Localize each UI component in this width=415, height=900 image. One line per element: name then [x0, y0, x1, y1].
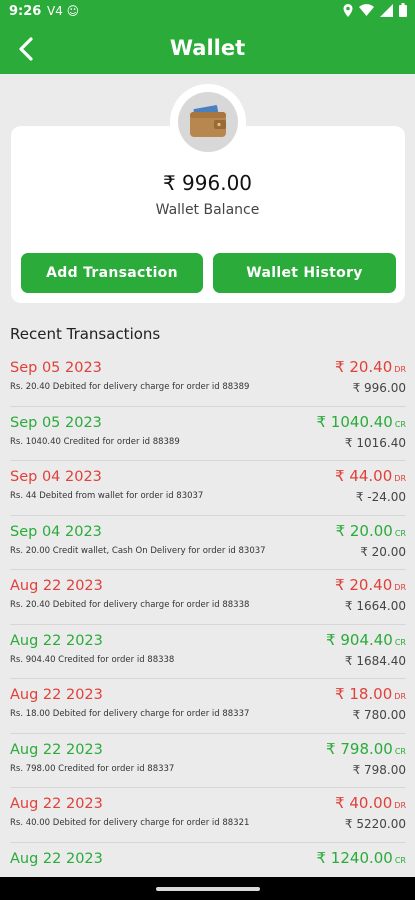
transaction-date: Sep 05 2023	[10, 360, 102, 376]
wallet-balance-label: Wallet Balance	[155, 202, 260, 218]
transaction-balance: ₹ 1664.00	[344, 599, 406, 613]
transaction-amount-group: ₹ 904.40 CR	[326, 631, 406, 649]
status-system-icons	[343, 3, 407, 17]
transaction-amount: ₹ 44.00	[335, 467, 393, 485]
recent-transactions-heading: Recent Transactions	[10, 325, 161, 343]
transaction-row[interactable]: Sep 04 2023 Rs. 20.00 Credit wallet, Cash…	[10, 516, 406, 570]
page-title: Wallet	[169, 36, 246, 60]
transaction-date: Sep 04 2023	[10, 523, 102, 540]
transaction-amount: ₹ 18.00	[335, 685, 393, 703]
transaction-balance: ₹ 1684.40	[344, 653, 406, 668]
transaction-description: Rs. 798.00 Credited for order id 88337	[10, 763, 175, 774]
transaction-description: Rs. 20.40 Debited for delivery charge fo…	[10, 382, 250, 392]
transaction-balance: ₹ 5220.00	[344, 817, 406, 831]
transaction-type: CR	[394, 637, 406, 647]
battery-icon	[399, 3, 407, 17]
transaction-type: CR	[394, 419, 406, 429]
transaction-balance: ₹ 798.00	[352, 762, 406, 777]
transaction-row[interactable]: Sep 05 2023 Rs. 20.40 Debited for deliver…	[10, 352, 406, 407]
transaction-row[interactable]: Aug 22 2023 Rs. 798.00 Credited for order…	[10, 734, 406, 788]
transaction-amount-group: ₹ 1240.00 CR	[317, 849, 407, 867]
transaction-amount: ₹ 20.00	[335, 521, 393, 540]
location-icon	[343, 3, 353, 17]
transaction-description: Rs. 18.00 Debited for delivery charge fo…	[10, 709, 250, 719]
wallet-balance-amount: ₹ 996.00	[162, 171, 253, 195]
transaction-row[interactable]: Aug 22 2023 Rs. 18.00 Debited for deliver…	[10, 679, 406, 734]
transaction-date: Aug 22 2023	[10, 632, 103, 649]
wifi-icon	[359, 4, 374, 16]
transaction-amount-group: ₹ 20.00 CR	[336, 522, 406, 540]
home-indicator[interactable]	[156, 887, 260, 891]
transaction-type: CR	[394, 528, 406, 538]
transaction-amount-group: ₹ 798.00 CR	[326, 740, 406, 758]
gesture-nav-bar	[0, 877, 415, 900]
signal-icon	[380, 3, 393, 17]
transaction-type: CR	[394, 855, 406, 865]
transaction-description: Rs. 904.40 Credited for order id 88338	[10, 654, 175, 665]
transaction-description: Rs. 40.00 Debited for delivery charge fo…	[10, 818, 250, 828]
transaction-amount-group: ₹ 44.00 DR	[335, 467, 406, 485]
transaction-balance: ₹ 1016.40	[344, 435, 406, 450]
transaction-amount: ₹ 1240.00	[316, 848, 393, 867]
transaction-date: Aug 22 2023	[10, 687, 103, 703]
status-time: 9:26	[9, 4, 42, 19]
transaction-date: Sep 05 2023	[10, 414, 102, 431]
transaction-balance: ₹ -24.00	[355, 490, 406, 504]
transaction-balance: ₹ 780.00	[352, 708, 406, 722]
transaction-amount: ₹ 40.00	[335, 794, 393, 812]
transaction-amount-group: ₹ 1040.40 CR	[317, 413, 407, 431]
transaction-description: Rs. 20.40 Debited for delivery charge fo…	[10, 600, 250, 610]
transaction-amount: ₹ 798.00	[326, 739, 393, 758]
transaction-list: Sep 05 2023 Rs. 20.40 Debited for deliver…	[10, 352, 406, 897]
transaction-row[interactable]: Sep 04 2023 Rs. 44 Debited from wallet fo…	[10, 461, 406, 516]
transaction-description: Rs. 20.00 Credit wallet, Cash On Deliver…	[10, 545, 266, 556]
transaction-amount-group: ₹ 20.40 DR	[335, 358, 406, 376]
app-bar: Wallet	[0, 24, 415, 74]
transaction-date: Aug 22 2023	[10, 741, 103, 758]
transaction-date: Aug 22 2023	[10, 796, 103, 812]
transaction-type: DR	[394, 801, 406, 810]
transaction-description: Rs. 44 Debited from wallet for order id …	[10, 491, 204, 501]
transaction-date: Sep 04 2023	[10, 469, 102, 485]
transaction-amount-group: ₹ 20.40 DR	[335, 576, 406, 594]
wallet-history-button[interactable]: Wallet History	[213, 253, 396, 293]
transaction-balance: ₹ 20.00	[360, 544, 406, 559]
status-bar: 9:26 V4 ☺	[0, 0, 415, 24]
transaction-description: Rs. 1040.40 Credited for order id 88389	[10, 436, 180, 447]
transaction-type: DR	[394, 583, 406, 592]
transaction-row[interactable]: Aug 22 2023 Rs. 904.40 Credited for order…	[10, 625, 406, 679]
status-notification-icons: V4 ☺	[47, 4, 80, 18]
transaction-amount: ₹ 20.40	[335, 358, 393, 376]
transaction-amount: ₹ 904.40	[326, 630, 393, 649]
wallet-avatar	[170, 84, 246, 160]
transaction-amount-group: ₹ 40.00 DR	[335, 794, 406, 812]
add-transaction-button[interactable]: Add Transaction	[21, 253, 203, 293]
transaction-amount-group: ₹ 18.00 DR	[335, 685, 406, 703]
transaction-row[interactable]: Sep 05 2023 Rs. 1040.40 Credited for orde…	[10, 407, 407, 461]
transaction-type: DR	[394, 692, 406, 701]
transaction-type: CR	[394, 746, 406, 756]
transaction-date: Aug 22 2023	[10, 850, 103, 867]
transaction-type: DR	[394, 474, 406, 483]
transaction-row[interactable]: Aug 22 2023 Rs. 40.00 Debited for deliver…	[10, 788, 406, 843]
transaction-balance: ₹ 996.00	[352, 381, 406, 395]
transaction-type: DR	[394, 365, 406, 374]
transaction-date: Aug 22 2023	[10, 578, 103, 594]
transaction-amount: ₹ 20.40	[335, 576, 393, 594]
transaction-row[interactable]: Aug 22 2023 Rs. 20.40 Debited for deliver…	[10, 570, 406, 625]
wallet-icon	[190, 105, 226, 137]
transaction-amount: ₹ 1040.40	[316, 412, 393, 431]
